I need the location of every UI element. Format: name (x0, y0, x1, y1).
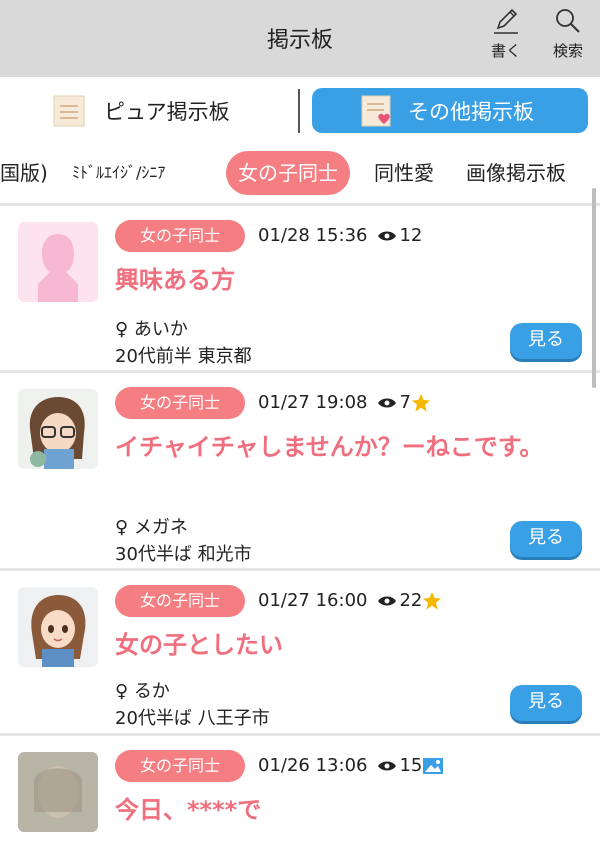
star-icon (411, 393, 430, 411)
pure-board-label: ピュア掲示板 (104, 100, 230, 124)
post-meta: 01/27 16:00 22 (258, 590, 444, 611)
anime-girl-avatar-icon (18, 587, 98, 667)
username: あいか (133, 319, 188, 340)
category-badge: 女の子同士 (115, 220, 245, 252)
app-header: 掲示板 書く 検索 (0, 0, 600, 77)
view-count: 15 (377, 755, 446, 776)
post-datetime: 01/27 19:08 (258, 392, 368, 413)
post-title[interactable]: イチャイチャしませんか？ーねこです。 (115, 429, 555, 465)
category-badge: 女の子同士 (115, 387, 245, 419)
category-tab[interactable]: 国版) (0, 151, 48, 195)
category-tab[interactable]: ﾐﾄﾞﾙｴｲｼﾞ/ｼﾆｱ (72, 151, 165, 195)
post-datetime: 01/26 13:06 (258, 755, 368, 776)
gender-symbol: ♀ (115, 319, 129, 340)
post-item[interactable]: 女の子同士 01/28 15:36 12 興味ある方 ♀ あいか 20代前半 東… (0, 206, 600, 373)
post-meta: 01/28 15:36 12 (258, 225, 422, 246)
avatar[interactable] (18, 389, 98, 469)
photo-avatar-icon (18, 752, 98, 832)
view-count-value: 15 (399, 755, 423, 776)
pure-board-tab[interactable]: ピュア掲示板 (52, 91, 230, 131)
post-datetime: 01/28 15:36 (258, 225, 368, 246)
avatar[interactable] (18, 587, 98, 667)
other-board-label: その他掲示板 (408, 99, 534, 124)
post-title[interactable]: 今日、****で (115, 792, 555, 828)
pencil-icon (494, 8, 518, 34)
post-item[interactable]: 女の子同士 01/26 13:06 15 今日、****で (0, 736, 600, 856)
gender-symbol: ♀ (115, 517, 129, 538)
star-icon (423, 591, 442, 609)
post-title[interactable]: 興味ある方 (115, 262, 555, 298)
scrollbar[interactable] (592, 188, 596, 388)
username: るか (133, 681, 170, 702)
avatar[interactable] (18, 752, 98, 832)
post-username: ♀ メガネ (115, 513, 188, 539)
view-button[interactable]: 見る (510, 685, 582, 721)
category-tab[interactable]: 同性愛 (374, 151, 434, 195)
divider (298, 89, 300, 133)
post-list: 女の子同士 01/28 15:36 12 興味ある方 ♀ あいか 20代前半 東… (0, 206, 600, 832)
category-badge: 女の子同士 (115, 750, 245, 782)
eye-icon (378, 761, 397, 770)
category-tab-active[interactable]: 女の子同士 (226, 151, 350, 195)
eye-icon (378, 596, 397, 605)
view-count: 22 (377, 590, 444, 611)
category-badge: 女の子同士 (115, 585, 245, 617)
category-tab[interactable]: 画像掲示板 (466, 151, 566, 195)
search-button[interactable]: 検索 (540, 6, 596, 72)
post-username: ♀ あいか (115, 315, 188, 341)
board-switch: ピュア掲示板 その他掲示板 (0, 77, 600, 145)
eye-icon (378, 231, 397, 240)
post-item[interactable]: 女の子同士 01/27 19:08 7 イチャイチャしませんか？ーねこです。 ♀… (0, 373, 600, 571)
post-title[interactable]: 女の子としたい (115, 627, 555, 663)
notepad-icon (53, 95, 85, 127)
anime-girl-glasses-avatar-icon (18, 389, 98, 469)
post-meta: 01/26 13:06 15 (258, 755, 446, 776)
username: メガネ (133, 517, 188, 538)
write-label: 書く (490, 42, 521, 60)
silhouette-avatar-icon (18, 222, 98, 302)
search-icon (556, 9, 580, 33)
view-count-value: 22 (399, 590, 423, 611)
post-username: ♀ るか (115, 677, 170, 703)
post-meta: 01/27 19:08 7 (258, 392, 433, 413)
view-button[interactable]: 見る (510, 521, 582, 557)
post-item[interactable]: 女の子同士 01/27 16:00 22 女の子としたい ♀ るか 20代半ば … (0, 571, 600, 736)
other-board-tab[interactable]: その他掲示板 (312, 88, 588, 133)
view-count: 12 (377, 225, 422, 246)
write-button[interactable]: 書く (478, 6, 534, 72)
view-count-value: 12 (399, 225, 423, 246)
eye-icon (378, 398, 397, 407)
post-datetime: 01/27 16:00 (258, 590, 368, 611)
user-profile: 20代半ば 八王子市 (115, 708, 270, 729)
category-tabs: 国版) ﾐﾄﾞﾙｴｲｼﾞ/ｼﾆｱ 女の子同士 同性愛 画像掲示板 (0, 145, 600, 203)
user-profile: 30代半ば 和光市 (115, 544, 252, 565)
view-count-value: 7 (399, 392, 411, 413)
search-label: 検索 (552, 42, 583, 60)
view-count: 7 (377, 392, 432, 413)
image-icon (423, 757, 444, 774)
avatar[interactable] (18, 222, 98, 302)
user-profile: 20代前半 東京都 (115, 346, 252, 367)
gender-symbol: ♀ (115, 681, 129, 702)
view-button[interactable]: 見る (510, 323, 582, 359)
notepad-heart-icon (361, 95, 391, 126)
